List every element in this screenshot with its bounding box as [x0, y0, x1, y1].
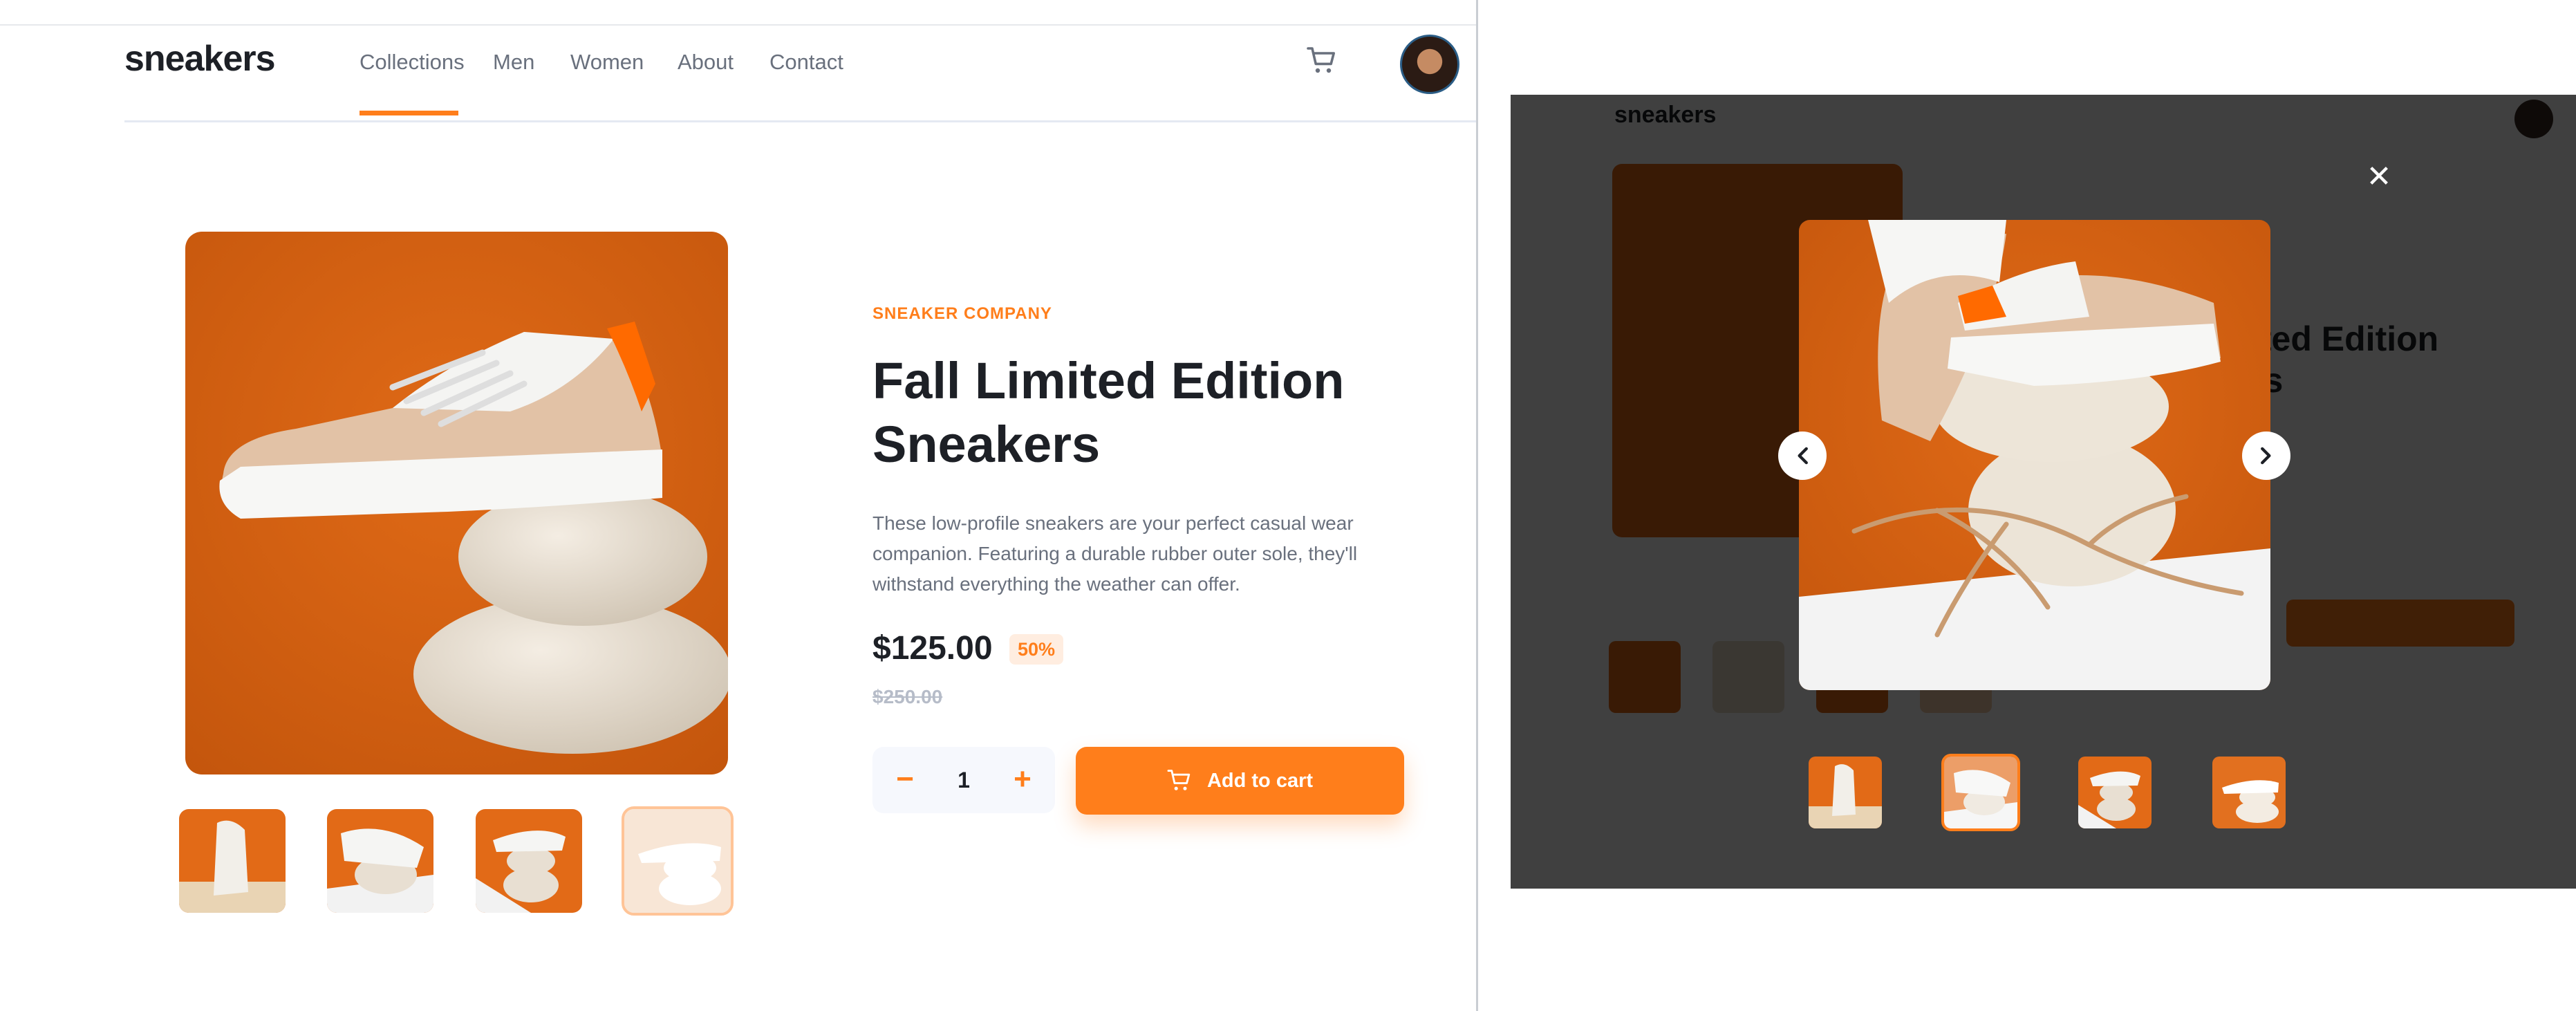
- thumbnail-image: [2212, 757, 2286, 828]
- product-thumbnail-1[interactable]: [179, 809, 286, 913]
- thumbnail-image: [327, 809, 433, 913]
- quantity-stepper: − 1 +: [872, 747, 1055, 813]
- nav-active-indicator: [360, 111, 458, 115]
- thumbnail-image: [1809, 757, 1882, 828]
- nav-link-about[interactable]: About: [678, 50, 734, 75]
- cart-icon: [1167, 770, 1191, 790]
- nav-link-collections[interactable]: Collections: [360, 50, 465, 75]
- lightbox-thumbnail-1[interactable]: [1809, 757, 1882, 828]
- top-divider: [0, 24, 1476, 26]
- product-title-line2: Sneakers: [872, 416, 1101, 473]
- add-to-cart-button[interactable]: Add to cart: [1076, 747, 1404, 815]
- lightbox-thumbnail-4[interactable]: [2212, 757, 2286, 828]
- original-price: $250.00: [872, 686, 943, 707]
- discount-badge: 50%: [1009, 634, 1064, 665]
- sneaker-illustration: [185, 232, 728, 775]
- thumbnail-image: [624, 809, 731, 913]
- avatar[interactable]: [1400, 35, 1459, 94]
- thumbnail-image: [476, 809, 582, 913]
- product-main-image[interactable]: [185, 232, 728, 775]
- thumbnail-image: [2078, 757, 2152, 828]
- product-thumbnail-2[interactable]: [327, 809, 433, 913]
- increase-quantity-button[interactable]: +: [1005, 759, 1040, 801]
- nav-link-contact[interactable]: Contact: [769, 50, 843, 75]
- company-label: SNEAKER COMPANY: [872, 304, 1052, 323]
- add-to-cart-label: Add to cart: [1206, 769, 1314, 792]
- brand-logo[interactable]: sneakers: [124, 38, 276, 80]
- product-thumbnail-3[interactable]: [476, 809, 582, 913]
- product-description: These low-profile sneakers are your perf…: [872, 512, 1358, 595]
- product-page: sneakers Collections Men Women About Con…: [0, 0, 1476, 1011]
- previous-image-button[interactable]: [1778, 432, 1827, 480]
- product-title: Fall Limited Edition Sneakers: [872, 349, 1426, 476]
- cart-icon[interactable]: [1307, 47, 1337, 75]
- panel-divider: [1476, 0, 1478, 1011]
- next-image-button[interactable]: [2242, 432, 2290, 480]
- lightbox-thumbnail-2[interactable]: [1941, 754, 2020, 831]
- sneaker-on-stones-photo: [1799, 220, 2270, 690]
- chevron-right-icon: [2261, 447, 2271, 465]
- quantity-value: 1: [958, 768, 970, 792]
- lightbox-thumbnail-3[interactable]: [2078, 757, 2152, 828]
- thumbnail-image: [179, 809, 286, 913]
- product-thumbnail-4[interactable]: [622, 806, 734, 916]
- thumbnail-image: [1944, 757, 2017, 828]
- current-price: $125.00: [872, 630, 993, 667]
- nav-link-men[interactable]: Men: [493, 50, 534, 75]
- decrease-quantity-button[interactable]: −: [888, 759, 922, 801]
- product-title-line1: Fall Limited Edition: [872, 352, 1345, 409]
- chevron-left-icon: [1798, 447, 1808, 465]
- nav-link-women[interactable]: Women: [570, 50, 644, 75]
- header-divider: [124, 120, 1476, 122]
- close-lightbox-button[interactable]: ✕: [2363, 161, 2395, 193]
- lightbox-main-image[interactable]: [1799, 220, 2270, 690]
